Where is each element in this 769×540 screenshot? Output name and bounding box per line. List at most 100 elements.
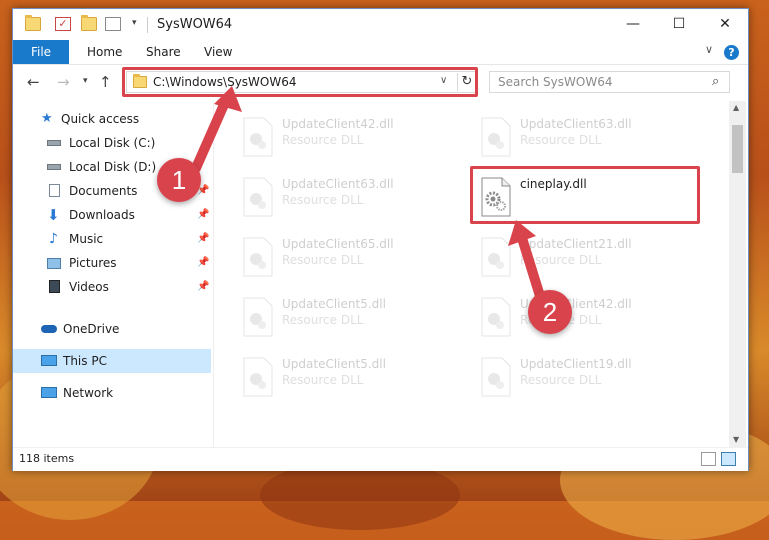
file-item[interactable]: UpdateClient5.dll Resource DLL xyxy=(234,353,454,403)
scroll-down-icon[interactable]: ▼ xyxy=(733,435,739,444)
recent-locations-icon[interactable]: ▾ xyxy=(83,76,88,86)
sidebar-item-onedrive[interactable]: OneDrive xyxy=(13,317,211,341)
step-2-badge: 2 xyxy=(528,290,572,334)
expand-ribbon-icon[interactable]: ∨ xyxy=(705,43,713,56)
dll-file-icon xyxy=(481,237,511,277)
music-icon: ♪ xyxy=(49,231,58,247)
tab-share[interactable]: Share xyxy=(146,40,181,64)
drive-icon xyxy=(47,140,61,146)
pictures-icon xyxy=(47,258,61,269)
dll-file-icon xyxy=(481,117,511,157)
file-type: Resource DLL xyxy=(282,313,364,327)
search-placeholder[interactable]: Search SysWOW64 xyxy=(498,75,612,89)
tab-home[interactable]: Home xyxy=(87,40,122,64)
network-icon xyxy=(41,387,57,398)
sidebar-item-label: Quick access xyxy=(61,112,140,126)
drive-icon xyxy=(47,164,61,170)
pin-icon[interactable]: 📌 xyxy=(197,251,209,275)
navigation-pane: ★ Quick access Local Disk (C:) Local Dis… xyxy=(13,101,214,447)
file-item[interactable]: UpdateClient21.dll Resource DLL xyxy=(472,233,692,283)
back-arrow-icon[interactable]: ← xyxy=(27,73,40,91)
scroll-up-icon[interactable]: ▲ xyxy=(733,103,739,112)
help-icon[interactable]: ? xyxy=(724,45,739,60)
title-bar: ✓ ▾ SysWOW64 — ☐ ✕ xyxy=(13,9,748,40)
scrollbar-thumb[interactable] xyxy=(732,125,743,173)
dll-file-icon xyxy=(243,177,273,217)
sidebar-item-label: Network xyxy=(63,386,114,400)
downloads-icon: ⬇ xyxy=(47,206,60,224)
file-name: UpdateClient21.dll xyxy=(520,237,632,251)
file-name: UpdateClient63.dll xyxy=(520,117,632,131)
file-item[interactable]: UpdateClient19.dll Resource DLL xyxy=(472,353,692,403)
file-type: Resource DLL xyxy=(282,253,364,267)
file-type: Resource DLL xyxy=(282,373,364,387)
file-type: Resource DLL xyxy=(282,133,364,147)
sidebar-item-label: Local Disk (C:) xyxy=(69,136,156,150)
ribbon-tabs: File Home Share View ∨ ? xyxy=(13,40,748,64)
sidebar-item-downloads[interactable]: ⬇ Downloads 📌 xyxy=(13,203,211,227)
qat-dropdown-icon[interactable]: ▾ xyxy=(132,18,137,28)
file-name: UpdateClient5.dll xyxy=(282,357,386,371)
sidebar-item-label: Local Disk (D:) xyxy=(69,160,157,174)
sidebar-item-label: OneDrive xyxy=(63,322,120,336)
file-highlight xyxy=(470,166,700,224)
file-name: UpdateClient65.dll xyxy=(282,237,394,251)
new-folder-icon[interactable] xyxy=(81,15,97,31)
title-separator xyxy=(147,17,148,33)
sidebar-item-label: Downloads xyxy=(69,208,135,222)
forward-arrow-icon[interactable]: → xyxy=(57,73,70,91)
file-name: UpdateClient63.dll xyxy=(282,177,394,191)
sidebar-item-label: Videos xyxy=(69,280,109,294)
file-item[interactable]: UpdateClient42.dll Resource DLL xyxy=(234,113,454,163)
tab-view[interactable]: View xyxy=(204,40,232,64)
sidebar-item-local-disk-c[interactable]: Local Disk (C:) xyxy=(13,131,211,155)
pin-icon[interactable]: 📌 xyxy=(197,275,209,299)
dll-file-icon xyxy=(481,357,511,397)
minimize-button[interactable]: — xyxy=(610,9,656,40)
dll-file-icon xyxy=(243,117,273,157)
file-item[interactable]: UpdateClient63.dll Resource DLL xyxy=(472,113,692,163)
file-type: Resource DLL xyxy=(520,373,602,387)
pin-icon[interactable]: 📌 xyxy=(197,203,209,227)
vertical-scrollbar[interactable]: ▲ ▼ xyxy=(729,101,746,447)
folder-icon xyxy=(25,15,41,31)
up-arrow-icon[interactable]: ↑ xyxy=(99,73,112,91)
close-button[interactable]: ✕ xyxy=(702,9,748,40)
sidebar-item-network[interactable]: Network xyxy=(13,381,211,405)
videos-icon xyxy=(49,280,60,293)
dll-file-icon xyxy=(481,297,511,337)
file-type: Resource DLL xyxy=(520,133,602,147)
search-icon[interactable]: ⌕ xyxy=(712,74,719,89)
customize-icon[interactable] xyxy=(105,17,121,31)
file-item[interactable]: UpdateClient65.dll Resource DLL xyxy=(234,233,454,283)
sidebar-item-label: Music xyxy=(69,232,104,246)
sidebar-item-pictures[interactable]: Pictures 📌 xyxy=(13,251,211,275)
star-icon: ★ xyxy=(41,111,53,126)
file-item[interactable]: UpdateClient42.dll Resource DLL xyxy=(472,293,692,343)
file-name: UpdateClient5.dll xyxy=(282,297,386,311)
maximize-button[interactable]: ☐ xyxy=(656,9,702,40)
file-name: UpdateClient19.dll xyxy=(520,357,632,371)
pin-icon[interactable]: 📌 xyxy=(197,227,209,251)
file-name: UpdateClient42.dll xyxy=(282,117,394,131)
file-type: Resource DLL xyxy=(520,253,602,267)
sidebar-item-this-pc[interactable]: This PC xyxy=(13,349,211,373)
details-view-icon[interactable] xyxy=(701,452,716,466)
address-bar-highlight xyxy=(122,67,478,97)
sidebar-item-label: This PC xyxy=(63,354,107,368)
tab-file[interactable]: File xyxy=(13,40,69,64)
item-count: 118 items xyxy=(19,452,75,465)
properties-check-icon[interactable]: ✓ xyxy=(55,17,71,31)
file-item[interactable]: UpdateClient5.dll Resource DLL xyxy=(234,293,454,343)
sidebar-item-music[interactable]: ♪ Music 📌 xyxy=(13,227,211,251)
file-item[interactable]: UpdateClient63.dll Resource DLL xyxy=(234,173,454,223)
sidebar-item-quick-access[interactable]: ★ Quick access xyxy=(13,107,211,131)
large-icons-view-icon[interactable] xyxy=(721,452,736,466)
status-bar: 118 items xyxy=(13,447,748,471)
onedrive-icon xyxy=(41,325,57,333)
file-type: Resource DLL xyxy=(282,193,364,207)
computer-icon xyxy=(41,355,57,366)
sidebar-item-videos[interactable]: Videos 📌 xyxy=(13,275,211,299)
window-title: SysWOW64 xyxy=(157,17,233,32)
search-box[interactable]: Search SysWOW64 ⌕ xyxy=(489,71,730,93)
